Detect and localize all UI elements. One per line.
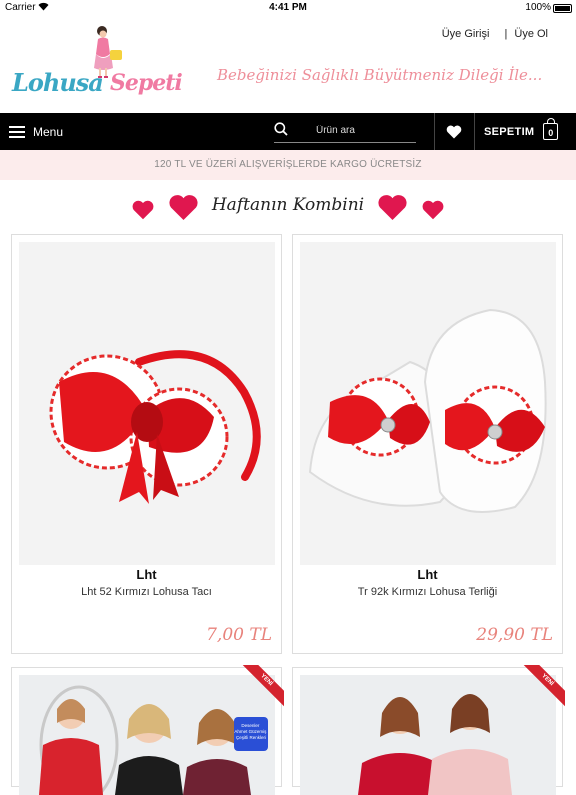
shipping-notice: 120 TL VE ÜZERİ ALIŞVERİŞLERDE KARGO ÜCR… bbox=[0, 150, 576, 180]
heart-icon bbox=[422, 200, 444, 220]
section-header: Haftanın Kombini bbox=[0, 190, 576, 226]
product-image[interactable]: Desenler Ahmet Güzemiş Çeşitli Renkleri bbox=[19, 675, 275, 795]
product-price: 7,00 TL bbox=[206, 625, 272, 645]
battery-percent: 100% bbox=[525, 2, 551, 13]
product-name[interactable]: Lht 52 Kırmızı Lohusa Tacı bbox=[12, 586, 281, 598]
section-title: Haftanın Kombini bbox=[211, 195, 365, 215]
link-separator: | bbox=[504, 28, 508, 40]
search-input[interactable] bbox=[316, 121, 412, 139]
hamburger-icon bbox=[9, 125, 25, 138]
site-logo[interactable]: Lohusa Sepeti bbox=[12, 22, 198, 110]
product-brand: Lht bbox=[136, 567, 157, 582]
heart-icon bbox=[446, 125, 462, 138]
product-card[interactable]: Lht Lht 52 Kırmızı Lohusa Tacı 7,00 TL bbox=[11, 234, 282, 654]
product-image[interactable] bbox=[300, 242, 556, 565]
favorites-button[interactable] bbox=[436, 113, 472, 150]
product-card[interactable]: YENİ bbox=[292, 665, 565, 795]
product-brand: Lht bbox=[417, 567, 438, 582]
product-price: 29,90 TL bbox=[476, 625, 553, 645]
clock: 4:41 PM bbox=[269, 2, 307, 13]
status-bar: Carrier 4:41 PM 100% bbox=[0, 0, 576, 16]
product-name[interactable]: Tr 92k Kırmızı Lohusa Terliği bbox=[293, 586, 562, 598]
search-box bbox=[274, 121, 416, 143]
nav-divider bbox=[434, 113, 435, 150]
product-image[interactable] bbox=[300, 675, 556, 795]
cart-button[interactable]: SEPETIM 0 bbox=[484, 113, 559, 150]
nav-divider bbox=[474, 113, 475, 150]
cart-count: 0 bbox=[548, 128, 554, 138]
logo-text-sepeti: Sepeti bbox=[110, 70, 183, 96]
user-links: Üye Girişi | Üye Ol bbox=[438, 28, 548, 40]
battery-icon bbox=[553, 4, 572, 13]
logo-text-lohusa: Lohusa bbox=[12, 68, 104, 97]
cart-label: SEPETIM bbox=[484, 125, 535, 138]
main-navbar: Menu SEPETIM 0 bbox=[0, 113, 576, 150]
product-card[interactable]: Desenler Ahmet Güzemiş Çeşitli Renkleri … bbox=[11, 665, 284, 795]
menu-button[interactable]: Menu bbox=[9, 113, 63, 150]
register-link[interactable]: Üye Ol bbox=[514, 28, 548, 40]
shopping-bag-icon: 0 bbox=[543, 118, 559, 140]
product-image[interactable] bbox=[19, 242, 275, 565]
login-link[interactable]: Üye Girişi bbox=[442, 28, 490, 40]
menu-label: Menu bbox=[33, 124, 64, 139]
search-icon[interactable] bbox=[274, 122, 288, 136]
new-ribbon: YENİ bbox=[521, 665, 565, 709]
product-card[interactable]: Lht Tr 92k Kırmızı Lohusa Terliği 29,90 … bbox=[292, 234, 563, 654]
tagline: Bebeğinizi Sağlıklı Büyütmeniz Dileği İl… bbox=[217, 66, 543, 84]
new-ribbon: YENİ bbox=[240, 665, 284, 709]
site-header: Lohusa Sepeti Bebeğinizi Sağlıklı Büyütm… bbox=[0, 16, 576, 113]
heart-icon bbox=[378, 195, 407, 221]
